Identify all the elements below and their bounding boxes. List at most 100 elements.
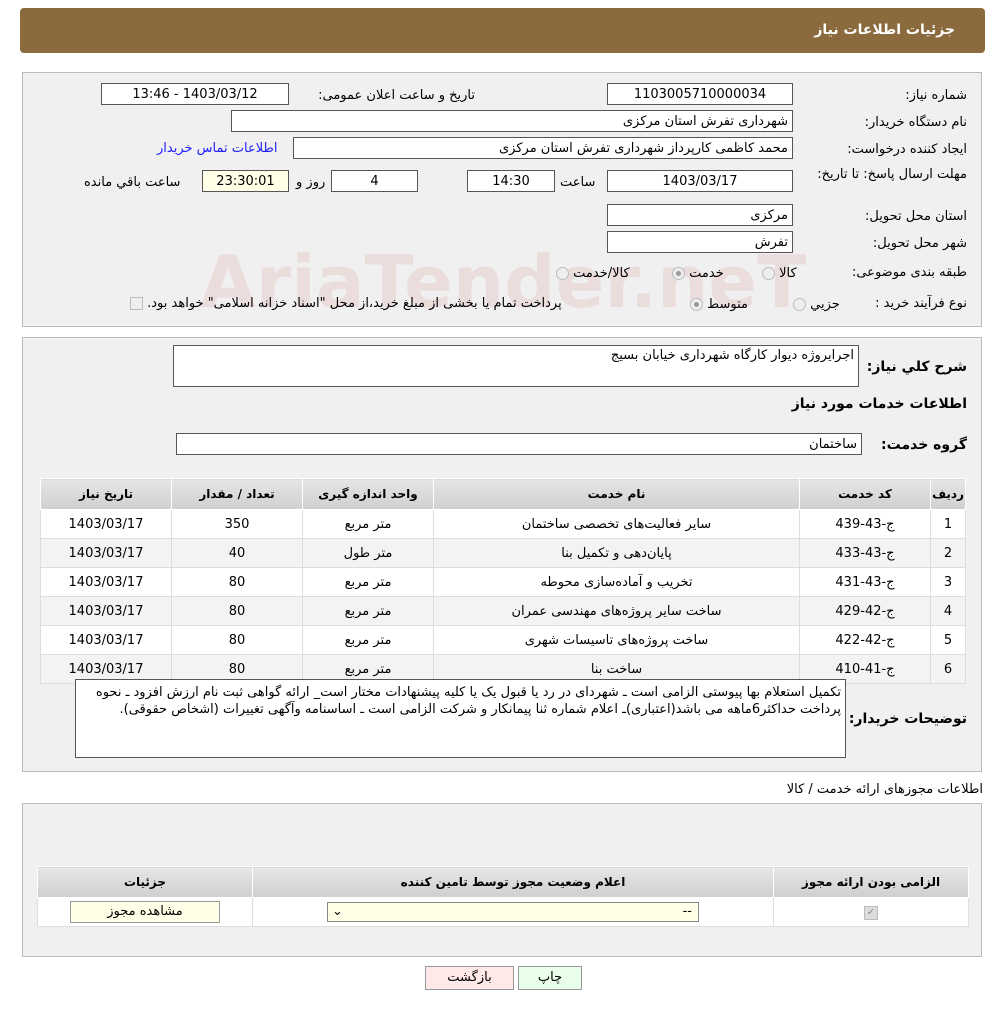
option-label: کالا (779, 266, 797, 281)
col-required: الزامی بودن ارائه مجوز (773, 866, 969, 898)
col-unit: واحد اندازه گیری (302, 478, 434, 510)
col-status: اعلام وضعیت مجوز توسط تامین کننده (252, 866, 774, 898)
cell-name: ساخت پروژه‌های تاسیسات شهری (433, 625, 800, 655)
need-number-field[interactable]: 1103005710000034 (607, 83, 793, 105)
cell-qty: 40 (171, 538, 303, 568)
permits-table: الزامی بودن ارائه مجوز اعلام وضعیت مجوز … (37, 866, 969, 927)
chevron-down-icon: ⌄ (332, 904, 343, 919)
province-label: استان محل تحویل: (865, 209, 967, 224)
required-checkbox: ✓ (864, 906, 878, 920)
province-field[interactable]: مرکزی (607, 204, 793, 226)
remaining-label: ساعت باقي مانده (84, 175, 181, 190)
cell-code: ج-43-433 (799, 538, 931, 568)
cell-date: 1403/03/17 (40, 509, 172, 539)
process-option-medium[interactable]: متوسط (690, 297, 748, 312)
process-option-minor[interactable]: جزیي (793, 297, 840, 312)
col-name: نام خدمت (433, 478, 800, 510)
cell-unit: متر مربع (302, 596, 434, 626)
category-option-goods[interactable]: کالا (762, 266, 797, 281)
cell-name: پایان‌دهی و تکمیل بنا (433, 538, 800, 568)
creator-field[interactable]: محمد کاظمی کارپرداز شهرداری تفرش استان م… (293, 137, 793, 159)
cell-unit: متر طول (302, 538, 434, 568)
cell-name: تخریب و آماده‌سازی محوطه (433, 567, 800, 597)
buyer-label: نام دستگاه خریدار: (864, 115, 967, 130)
radio-button[interactable] (672, 267, 685, 280)
print-button[interactable]: چاپ (518, 966, 582, 990)
table-row: 5 ج-42-422 ساخت پروژه‌های تاسیسات شهری متر … (40, 625, 966, 655)
group-field[interactable]: ساختمان (176, 433, 862, 455)
days-field[interactable]: 4 (331, 170, 418, 192)
option-label: جزیي (810, 297, 840, 312)
checkbox[interactable] (130, 297, 143, 310)
table-row: 4 ج-42-429 ساخت سایر پروژه‌های مهندسی عمرا… (40, 596, 966, 626)
cell-date: 1403/03/17 (40, 596, 172, 626)
permit-status-select[interactable]: -- ⌄ (327, 902, 699, 922)
col-details: جزئیات (37, 866, 253, 898)
page-header: جزئیات اطلاعات نیاز (20, 8, 985, 53)
deadline-time-field[interactable]: 14:30 (467, 170, 555, 192)
table-row: 3 ج-43-431 تخریب و آماده‌سازی محوطه متر مرب… (40, 567, 966, 597)
cell-row: 5 (930, 625, 966, 655)
deadline-date-field[interactable]: 1403/03/17 (607, 170, 793, 192)
radio-button[interactable] (793, 298, 806, 311)
desc-textarea[interactable]: اجرایروژه دیوار کارگاه شهرداری خیابان بس… (173, 345, 859, 387)
cell-code: ج-43-439 (799, 509, 931, 539)
view-permit-button[interactable]: مشاهده مجوز (70, 901, 220, 923)
cell-row: 1 (930, 509, 966, 539)
cell-row: 3 (930, 567, 966, 597)
table-header-row: الزامی بودن ارائه مجوز اعلام وضعیت مجوز … (37, 866, 969, 898)
contact-buyer-link[interactable]: اطلاعات تماس خریدار (157, 141, 277, 156)
time-label: ساعت (560, 175, 596, 190)
announce-field[interactable]: 1403/03/12 - 13:46 (101, 83, 289, 105)
cell-unit: متر مربع (302, 625, 434, 655)
buyer-notes-textarea[interactable]: تکمیل استعلام بها پیوستی الزامی است ـ شه… (75, 679, 846, 758)
category-option-service[interactable]: خدمت (672, 266, 724, 281)
table-row: 2 ج-43-433 پایان‌دهی و تکمیل بنا متر طول 40 1… (40, 538, 966, 568)
cell-unit: متر مربع (302, 567, 434, 597)
city-field[interactable]: تفرش (607, 231, 793, 253)
back-button[interactable]: بازگشت (425, 966, 514, 990)
cell-code: ج-42-429 (799, 596, 931, 626)
services-table: ردیف کد خدمت نام خدمت واحد اندازه گیری ت… (40, 478, 966, 684)
days-label: روز و (296, 175, 326, 190)
cell-name: ساخت سایر پروژه‌های مهندسی عمران (433, 596, 800, 626)
page-title: جزئیات اطلاعات نیاز (814, 22, 955, 38)
payment-note: پرداخت تمام یا بخشی از مبلغ خرید،از محل … (130, 296, 562, 311)
cell-qty: 80 (171, 625, 303, 655)
cell-code: ج-43-431 (799, 567, 931, 597)
desc-label: شرح کلي نياز: (866, 359, 967, 375)
category-label: طبقه بندی موضوعی: (851, 265, 967, 280)
col-qty: تعداد / مقدار (171, 478, 303, 510)
announce-label: تاریخ و ساعت اعلان عمومی: (318, 88, 475, 103)
category-option-both[interactable]: کالا/خدمت (556, 266, 630, 281)
city-label: شهر محل تحویل: (872, 236, 967, 251)
permits-title: اطلاعات مجوزهای ارائه خدمت / کالا (786, 782, 983, 797)
cell-row: 4 (930, 596, 966, 626)
table-row: ✓ -- ⌄ مشاهده مجوز (37, 897, 969, 927)
payment-note-text: پرداخت تمام یا بخشی از مبلغ خرید،از محل … (147, 296, 562, 311)
cell-unit: متر مربع (302, 509, 434, 539)
buyer-field[interactable]: شهرداری تفرش استان مرکزی (231, 110, 793, 132)
col-row: ردیف (930, 478, 966, 510)
option-label: کالا/خدمت (573, 266, 630, 281)
buyer-notes-label: توضیحات خریدار: (848, 711, 967, 727)
col-code: کد خدمت (799, 478, 931, 510)
cell-qty: 350 (171, 509, 303, 539)
deadline-label: مهلت ارسال پاسخ: تا تاریخ: (817, 167, 967, 182)
radio-button[interactable] (690, 298, 703, 311)
option-label: خدمت (689, 266, 724, 281)
cell-date: 1403/03/17 (40, 567, 172, 597)
remaining-time-field: 23:30:01 (202, 170, 289, 192)
cell-name: سایر فعالیت‌های تخصصی ساختمان (433, 509, 800, 539)
cell-qty: 80 (171, 596, 303, 626)
need-number-label: شماره نیاز: (905, 88, 967, 103)
radio-button[interactable] (556, 267, 569, 280)
table-header-row: ردیف کد خدمت نام خدمت واحد اندازه گیری ت… (40, 478, 966, 510)
cell-qty: 80 (171, 567, 303, 597)
select-value: -- (682, 904, 692, 919)
group-label: گروه خدمت: (881, 437, 967, 453)
radio-button[interactable] (762, 267, 775, 280)
cell-date: 1403/03/17 (40, 625, 172, 655)
col-date: تاریخ نیاز (40, 478, 172, 510)
table-row: 1 ج-43-439 سایر فعالیت‌های تخصصی ساختمان مت… (40, 509, 966, 539)
